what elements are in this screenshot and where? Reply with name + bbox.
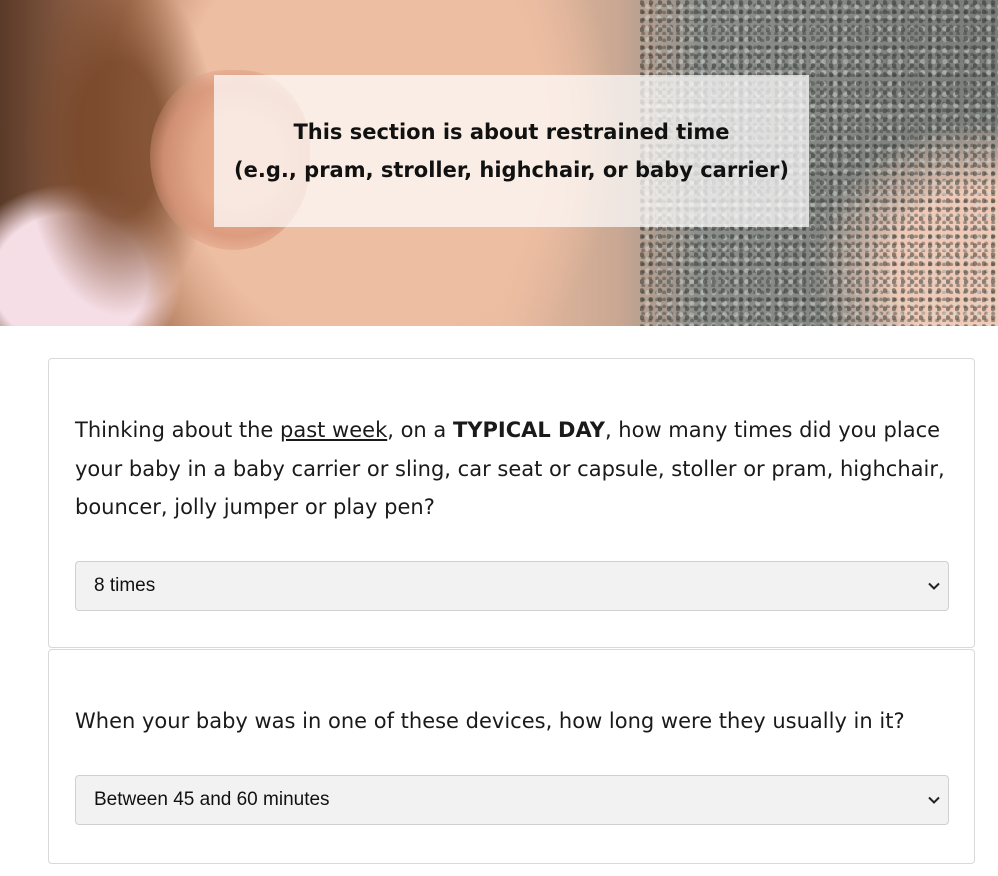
section-intro-examples: (e.g., pram, stroller, highchair, or bab… bbox=[234, 158, 789, 182]
times-select[interactable]: 8 times bbox=[75, 561, 949, 611]
duration-select[interactable]: Between 45 and 60 minutes bbox=[75, 775, 949, 825]
question-text-part: Thinking about the bbox=[75, 418, 280, 442]
duration-select-value: Between 45 and 60 minutes bbox=[94, 789, 330, 810]
hero-banner: This section is about restrained time (e… bbox=[0, 0, 998, 326]
question-card-duration: When your baby was in one of these devic… bbox=[48, 649, 975, 864]
times-select-value: 8 times bbox=[94, 575, 156, 596]
question-text-duration: When your baby was in one of these devic… bbox=[75, 709, 905, 733]
question-text-part: , on a bbox=[387, 418, 453, 442]
emphasis-past-week: past week bbox=[280, 418, 388, 442]
emphasis-typical-day: TYPICAL DAY bbox=[452, 418, 605, 442]
chevron-down-icon bbox=[928, 796, 940, 804]
section-intro-box: This section is about restrained time (e… bbox=[214, 75, 809, 227]
question-text-times: Thinking about the past week, on a TYPIC… bbox=[75, 411, 955, 527]
question-card-times: Thinking about the past week, on a TYPIC… bbox=[48, 358, 975, 648]
section-intro-title: This section is about restrained time bbox=[293, 120, 730, 144]
chevron-down-icon bbox=[928, 582, 940, 590]
